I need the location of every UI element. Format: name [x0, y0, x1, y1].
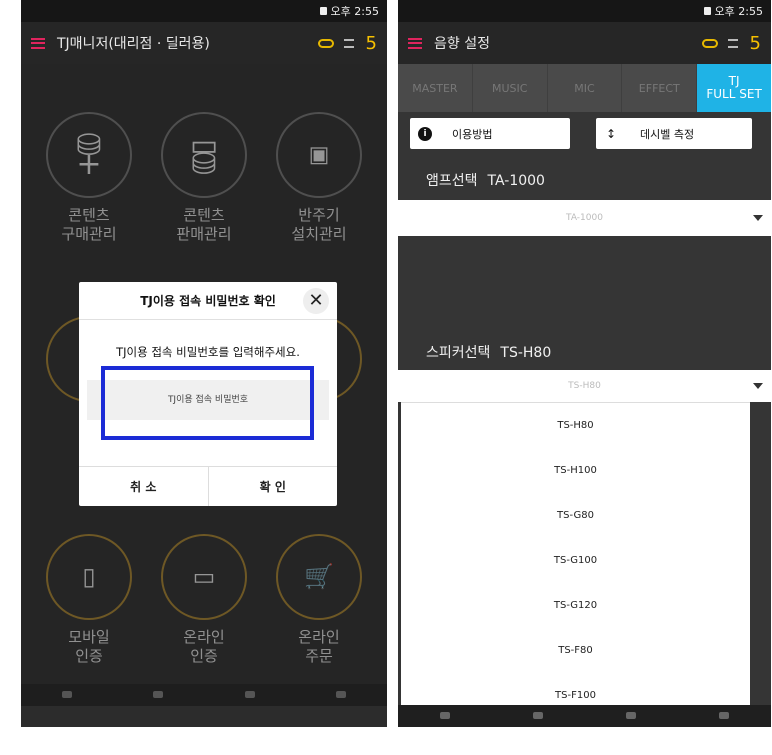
list-item[interactable]: TS-F80 — [401, 628, 750, 673]
usage-button-label: 이용방법 — [452, 127, 493, 141]
app-title: 음향 설정 — [434, 36, 490, 52]
amp-current-value: TA-1000 — [487, 173, 545, 189]
tab-music[interactable]: MUSIC — [472, 64, 548, 112]
chevron-down-icon — [753, 383, 763, 389]
menu-icon[interactable] — [408, 37, 422, 49]
count-badge: 5 — [365, 32, 377, 54]
nav-manual[interactable] — [153, 691, 164, 699]
sound-settings-body: i 이용방법 ↕ 데시벨 측정 앰프선택 TA-1000 TA-1000 스피커선… — [398, 112, 771, 725]
confirm-button[interactable]: 확 인 — [207, 467, 338, 506]
tab-master[interactable]: MASTER — [398, 64, 473, 112]
dialog-title: TJ이용 접속 비밀번호 확인 — [140, 294, 276, 308]
app-title: TJ매니저(대리점 · 딜러용) — [57, 36, 210, 52]
highlight-box — [101, 366, 314, 440]
notice-icon[interactable] — [727, 38, 738, 48]
meter-icon: ↕ — [605, 126, 617, 141]
link-icon[interactable] — [317, 38, 334, 48]
status-time: 오후 2:55 — [714, 5, 763, 18]
amp-dropdown[interactable]: TA-1000 — [398, 200, 771, 236]
amp-select-label: 앰프선택 TA-1000 — [426, 170, 545, 190]
speaker-select-label: 스피커선택 TS-H80 — [426, 342, 551, 362]
usage-button[interactable]: i 이용방법 — [410, 118, 570, 149]
link-icon[interactable] — [701, 38, 718, 48]
decibel-button-label: 데시벨 측정 — [640, 127, 695, 141]
speaker-dropdown-value: TS-H80 — [568, 381, 601, 391]
lock-icon — [703, 7, 711, 15]
menu-icon[interactable] — [31, 37, 45, 49]
left-phone-screen: 오후 2:55 TJ매니저(대리점 · 딜러용) 5 ⛁+ 콘텐츠 구매관리 ▭… — [21, 0, 387, 727]
count-badge: 5 — [749, 32, 761, 54]
app-bar: TJ매니저(대리점 · 딜러용) 5 — [21, 22, 387, 64]
cancel-button[interactable]: 취 소 — [79, 467, 208, 506]
nav-settings[interactable] — [336, 691, 347, 699]
status-time: 오후 2:55 — [330, 5, 379, 18]
amp-dropdown-value: TA-1000 — [566, 213, 603, 223]
info-icon: i — [418, 126, 432, 141]
list-item[interactable]: TS-H80 — [401, 403, 750, 448]
close-icon[interactable]: ✕ — [303, 288, 329, 314]
tab-effect[interactable]: EFFECT — [622, 64, 698, 112]
speaker-current-value: TS-H80 — [500, 345, 552, 361]
bottom-nav — [21, 684, 387, 706]
decibel-button[interactable]: ↕ 데시벨 측정 — [596, 118, 752, 149]
sound-tabs: MASTER MUSIC MIC EFFECT TJ FULL SET — [398, 64, 771, 112]
speaker-label-text: 스피커선택 — [426, 345, 491, 361]
tab-mic[interactable]: MIC — [547, 64, 623, 112]
amp-label-text: 앰프선택 — [426, 173, 478, 189]
nav-notice[interactable] — [61, 691, 72, 699]
nav-settings[interactable] — [719, 712, 730, 720]
list-item[interactable]: TS-G100 — [401, 538, 750, 583]
chevron-down-icon — [753, 215, 763, 221]
speaker-dropdown[interactable]: TS-H80 — [398, 370, 771, 402]
tab-tj-full-set[interactable]: TJ FULL SET — [697, 64, 771, 112]
right-phone-screen: 오후 2:55 음향 설정 5 MASTER MUSIC MIC EFFECT … — [398, 0, 771, 727]
nav-notice[interactable] — [439, 712, 450, 720]
notice-icon[interactable] — [343, 38, 354, 48]
lock-icon — [319, 7, 327, 15]
list-item[interactable]: TS-H100 — [401, 448, 750, 493]
status-bar: 오후 2:55 — [398, 0, 771, 22]
app-bar: 음향 설정 5 — [398, 22, 771, 64]
status-bar: 오후 2:55 — [21, 0, 387, 22]
list-item[interactable]: TS-G80 — [401, 493, 750, 538]
list-item[interactable]: TS-G120 — [401, 583, 750, 628]
dialog-message: TJ이용 접속 비밀번호를 입력해주세요. — [116, 345, 300, 359]
nav-support[interactable] — [244, 691, 255, 699]
speaker-options-list: TS-H80 TS-H100 TS-G80 TS-G100 TS-G120 TS… — [401, 402, 750, 725]
nav-support[interactable] — [626, 712, 637, 720]
bottom-nav — [398, 705, 771, 727]
nav-manual[interactable] — [532, 712, 543, 720]
